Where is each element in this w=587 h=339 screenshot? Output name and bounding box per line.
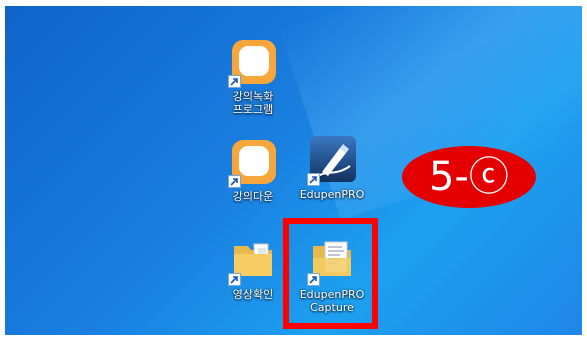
shortcut-arrow-icon: [228, 75, 241, 88]
highlight-box: [283, 218, 378, 329]
frame-border: [582, 0, 587, 339]
frame-border: [0, 335, 587, 339]
folder-icon: [228, 236, 278, 286]
orange-app-icon: [228, 38, 278, 88]
shortcut-arrow-icon: [228, 273, 241, 286]
icon-label: 강의다운: [232, 190, 274, 203]
icon-label: 영상확인: [232, 288, 274, 301]
desktop-icon-lecture-recording[interactable]: 강의녹화 프로그램: [213, 38, 293, 116]
step-badge: 5-ⓒ: [402, 146, 536, 208]
icon-label: EdupenPRO: [299, 188, 365, 201]
desktop-icon-edupenpro[interactable]: EdupenPRO: [292, 136, 372, 201]
frame-border: [0, 0, 587, 6]
desktop-icon-video-check[interactable]: 영상확인: [213, 236, 293, 301]
frame-border: [0, 0, 5, 339]
shortcut-arrow-icon: [228, 175, 241, 188]
desktop: 강의녹화 프로그램 강의다운 EdupenPRO 영상확인 EdupenPRO …: [0, 0, 587, 339]
shortcut-arrow-icon: [307, 173, 320, 186]
orange-app-icon: [228, 138, 278, 188]
icon-label: 강의녹화 프로그램: [232, 90, 274, 116]
desktop-icon-lecture-download[interactable]: 강의다운: [213, 138, 293, 203]
edupen-pen-icon: [307, 136, 357, 186]
